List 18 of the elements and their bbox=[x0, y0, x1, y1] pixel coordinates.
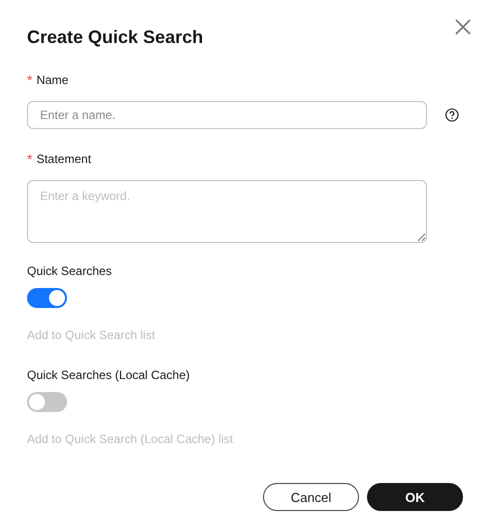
field-label: Name bbox=[36, 73, 68, 87]
toggle-switch[interactable] bbox=[27, 288, 67, 308]
close-button[interactable] bbox=[454, 18, 472, 36]
help-icon[interactable] bbox=[445, 108, 459, 122]
switch-hint: Add to Quick Search (Local Cache) list bbox=[27, 431, 234, 447]
switch-label: Quick Searches (Local Cache) bbox=[27, 367, 191, 383]
toggle-switch[interactable] bbox=[27, 392, 67, 412]
close-icon bbox=[454, 18, 472, 36]
required-mark: * bbox=[27, 72, 32, 88]
cancel-button[interactable]: Cancel bbox=[263, 483, 359, 511]
switch-hint: Add to Quick Search list bbox=[27, 327, 156, 343]
dialog-title: Create Quick Search bbox=[27, 26, 204, 48]
input-field[interactable]: Enter a name. bbox=[27, 101, 427, 129]
switch-label: Quick Searches bbox=[27, 263, 113, 279]
ok-button[interactable]: OK bbox=[367, 483, 463, 511]
field-label: Statement bbox=[36, 152, 92, 166]
required-mark: * bbox=[27, 151, 32, 167]
text-area[interactable]: Enter a keyword. bbox=[27, 180, 427, 243]
